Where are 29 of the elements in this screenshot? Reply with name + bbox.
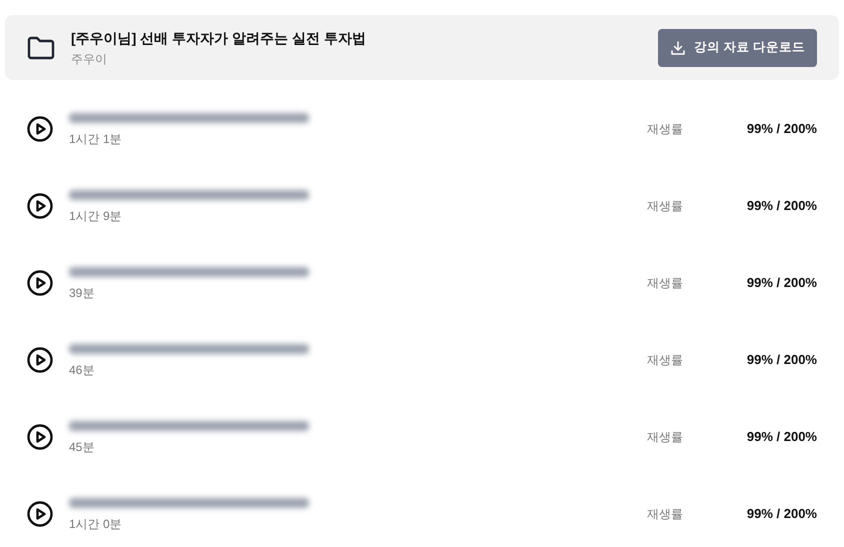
- playback-rate: 99% / 200%: [746, 120, 817, 138]
- lecture-duration: 1시간 0분: [69, 516, 123, 533]
- lecture-duration: 39분: [69, 285, 96, 302]
- playback-rate: 99% / 200%: [746, 504, 817, 523]
- play-icon[interactable]: [27, 192, 53, 218]
- play-icon[interactable]: [27, 500, 53, 526]
- rate-label: 재생률: [647, 120, 684, 138]
- download-button[interactable]: 강의 자료 다운로드: [658, 28, 817, 66]
- folder-icon: [27, 36, 55, 60]
- rate-label: 재생률: [647, 506, 684, 522]
- playback-rate: 99% / 200%: [746, 196, 817, 215]
- play-icon[interactable]: [27, 116, 53, 142]
- course-title: [주우이님] 선배 투자자가 알려주는 실전 투자법: [71, 28, 367, 48]
- rate-label: 재생률: [647, 428, 684, 446]
- playback-rate: 99% / 200%: [746, 428, 817, 446]
- lecture-duration: 1시간 9분: [69, 208, 123, 225]
- rate-label: 재생률: [647, 352, 684, 368]
- rate-label: 재생률: [647, 274, 684, 292]
- instructor-name: 주우이: [71, 50, 108, 68]
- play-icon[interactable]: [27, 270, 53, 296]
- playback-rate: 99% / 200%: [746, 274, 817, 292]
- play-icon[interactable]: [27, 424, 53, 450]
- lecture-duration: 46분: [69, 362, 96, 379]
- playback-rate: 99% / 200%: [746, 350, 817, 369]
- lecture-duration: 45분: [69, 439, 96, 456]
- rate-label: 재생률: [647, 198, 684, 214]
- download-icon: [670, 40, 686, 56]
- play-icon[interactable]: [27, 346, 53, 372]
- lecture-duration: 1시간 1분: [69, 131, 123, 148]
